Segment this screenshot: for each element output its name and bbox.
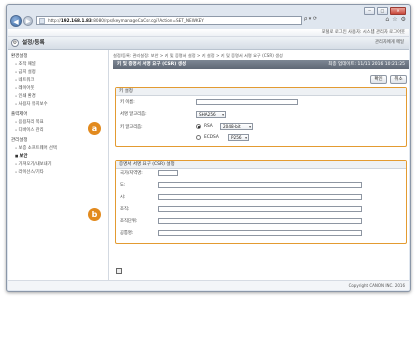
ecdsa-label: ECDSA xyxy=(204,134,219,140)
city-input[interactable] xyxy=(158,194,362,200)
ecdsa-curve-select[interactable]: P256 ▾ xyxy=(228,134,249,141)
mail-admin-link[interactable]: 관리자에게 메일 xyxy=(375,37,404,49)
breadcrumb: 설정/등록: 관리설정: 보안 > 키 및 증명서 설정 > 키 설정 > 키 … xyxy=(113,53,283,58)
sidebar-item-control-panel[interactable]: 조작 패널 xyxy=(15,61,36,67)
city-label: 시: xyxy=(120,195,126,200)
country-input[interactable] xyxy=(158,170,178,176)
sidebar-item-software[interactable]: 보증 소프트웨어 선택 xyxy=(15,145,57,151)
sidebar-item-app[interactable]: 응용처리 목표 xyxy=(15,119,44,125)
chevron-down-icon: ▾ xyxy=(222,112,224,117)
page-title: 설정/등록 xyxy=(22,40,45,46)
window-controls: − □ ✕ xyxy=(364,7,406,15)
sidebar-section-title: 출력제어 xyxy=(11,112,28,117)
last-updated: 최종 업데이트: 11/11 2016 10:21:25 xyxy=(328,62,405,67)
key-settings-panel: 키 설정 키 이름: 서명 알고리즘: SHA256 ▾ 키 알고리즘: RSA… xyxy=(115,87,407,147)
settings-icon: ⚙ xyxy=(11,39,19,47)
browser-window: − □ ✕ ◀ ▶ http://192.168.1.83:8080/rps/k… xyxy=(6,4,411,292)
action-buttons: 확인 취소 xyxy=(370,75,407,84)
chevron-down-icon: ▾ xyxy=(249,124,251,129)
chevron-down-icon: ▾ xyxy=(245,135,247,140)
common-name-input[interactable] xyxy=(158,230,362,236)
state-input[interactable] xyxy=(158,182,362,188)
favorites-icon[interactable]: ☆ xyxy=(392,16,397,23)
rsa-keysize-value: 2048-bit xyxy=(223,124,241,129)
address-tools[interactable]: ρ ▾ ⟳ xyxy=(304,16,317,22)
key-algorithm-label: 키 알고리즘: xyxy=(120,125,143,130)
screenshot: − □ ✕ ◀ ▶ http://192.168.1.83:8080/rps/k… xyxy=(0,0,415,360)
ok-button[interactable]: 확인 xyxy=(370,75,387,84)
section-title-bar: 키 및 증명서 서명 요구 (CSR) 생성 최종 업데이트: 11/11 20… xyxy=(113,60,409,69)
sidebar-section-title: 관리설정 xyxy=(11,138,28,143)
section-title: 키 및 증명서 서명 요구 (CSR) 생성 xyxy=(117,62,187,67)
sidebar-item-license[interactable]: 라이선스/기타 xyxy=(15,169,44,175)
login-user-text[interactable]: 로그인 사용자: 시스템 관리자 로그아웃 xyxy=(335,30,405,35)
address-bar[interactable]: http://192.168.1.83:8080/rps/keymanageCa… xyxy=(36,16,302,25)
url-host: 192.168.1.83 xyxy=(60,18,92,23)
top-user-bar: 포털로 로그인 사용자: 시스템 관리자 로그아웃 xyxy=(8,29,409,37)
signature-algorithm-label: 서명 알고리즘: xyxy=(120,112,147,117)
sidebar-item-paper-feed[interactable]: 급지 설정 xyxy=(15,69,36,75)
footer-copyright: Copyright CANON INC. 2016 xyxy=(8,280,409,290)
signature-algorithm-value: SHA256 xyxy=(199,112,216,117)
rsa-radio[interactable] xyxy=(196,124,201,129)
close-button[interactable]: ✕ xyxy=(390,7,406,15)
sidebar-item-layout[interactable]: 레이아웃 xyxy=(15,85,35,91)
web-page: 포털로 로그인 사용자: 시스템 관리자 로그아웃 ⚙ 설정/등록 관리자에게 … xyxy=(8,29,409,290)
state-label: 도: xyxy=(120,183,126,188)
organization-label: 조직: xyxy=(120,207,130,212)
rsa-label: RSA xyxy=(204,123,213,129)
common-name-label: 공통명: xyxy=(120,231,134,236)
ecdsa-curve-value: P256 xyxy=(231,135,242,140)
organization-input[interactable] xyxy=(158,206,362,212)
home-icon[interactable]: ⌂ xyxy=(385,16,389,23)
country-label: 국가/지역명: xyxy=(120,171,143,176)
sidebar-item-print-env[interactable]: 인쇄 환경 xyxy=(15,93,36,99)
sidebar-item-network[interactable]: 네트워크 xyxy=(15,77,35,83)
key-settings-title: 키 설정 xyxy=(116,88,406,96)
page-header: ⚙ 설정/등록 관리자에게 메일 xyxy=(8,37,409,50)
sidebar-item-import-export[interactable]: 가져오기/내보내기 xyxy=(15,161,52,167)
url-path: :8080/rps/keymanageCaCsr.cgi?Action=SET_… xyxy=(91,18,204,23)
callout-b-badge: b xyxy=(88,208,101,221)
org-unit-label: 조직단위: xyxy=(120,219,138,224)
cancel-button[interactable]: 취소 xyxy=(390,75,407,84)
minimize-button[interactable]: − xyxy=(364,7,375,15)
url-prefix: http:// xyxy=(48,18,61,23)
ecdsa-radio[interactable] xyxy=(196,135,201,140)
sidebar-item-device[interactable]: 디바이스 관리 xyxy=(15,127,44,133)
key-name-input[interactable] xyxy=(196,99,298,105)
sidebar-section-title: 환경설정 xyxy=(11,54,28,59)
maximize-button[interactable]: □ xyxy=(377,7,388,15)
csr-settings-panel: 증명서 서명 요구 (CSR) 설정 국가/지역명: 도: 시: 조직: 조직단… xyxy=(115,160,407,244)
sidebar-item-maintenance[interactable]: 사용자 유지보수 xyxy=(15,101,48,107)
browser-nav: ◀ ▶ http://192.168.1.83:8080/rps/keymana… xyxy=(10,15,408,27)
browser-toolbar: ⌂ ☆ ⚙ xyxy=(385,16,406,23)
signature-algorithm-select[interactable]: SHA256 ▾ xyxy=(196,111,226,118)
sidebar: 환경설정 조작 패널 급지 설정 네트워크 레이아웃 인쇄 환경 사용자 유지보… xyxy=(8,50,109,290)
csr-settings-title: 증명서 서명 요구 (CSR) 설정 xyxy=(116,161,406,169)
portal-link[interactable]: 포털로 xyxy=(322,30,334,35)
key-name-label: 키 이름: xyxy=(120,100,135,105)
back-icon[interactable]: ◀ xyxy=(10,15,22,27)
settings-gear-icon[interactable]: ⚙ xyxy=(401,16,406,23)
forward-icon[interactable]: ▶ xyxy=(23,16,33,26)
rsa-keysize-select[interactable]: 2048-bit ▾ xyxy=(220,123,253,130)
callout-a-badge: a xyxy=(88,122,101,135)
org-unit-input[interactable] xyxy=(158,218,362,224)
page-top-icon[interactable] xyxy=(116,268,122,274)
sidebar-item-security[interactable]: 보안 xyxy=(15,153,28,159)
page-favicon-icon xyxy=(39,18,45,24)
